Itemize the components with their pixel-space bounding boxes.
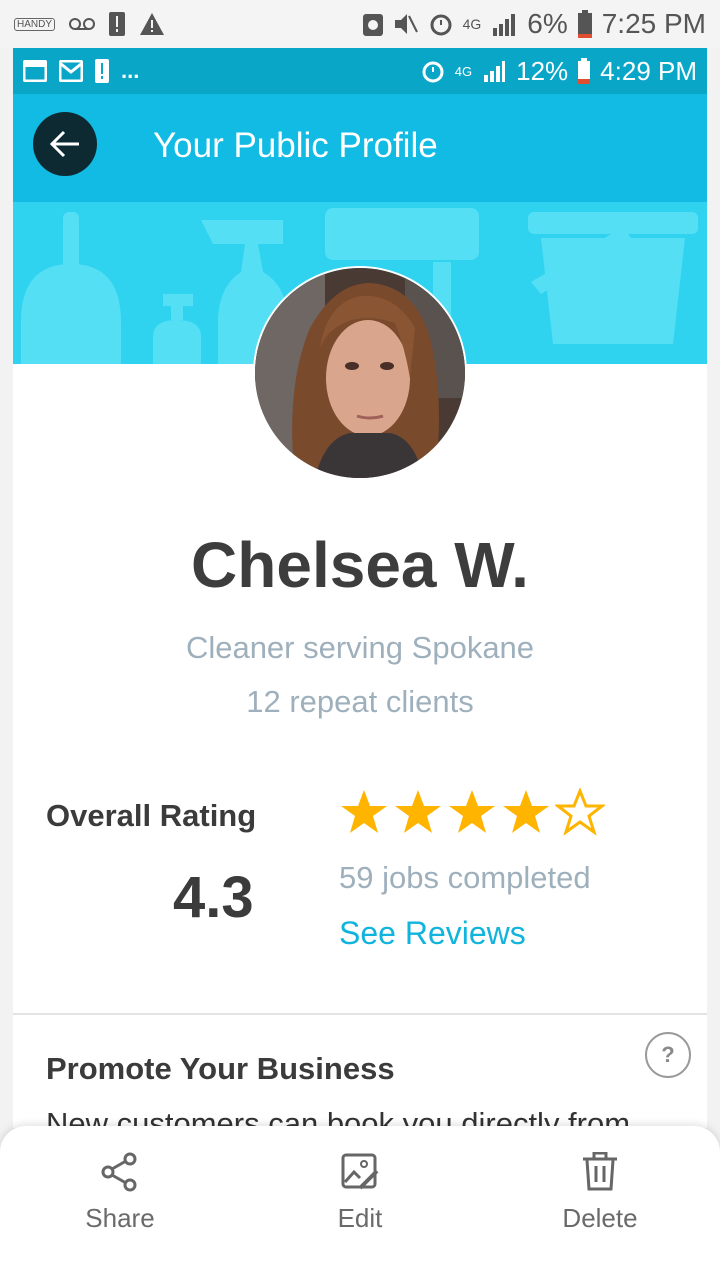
voicemail-icon bbox=[69, 18, 96, 30]
share-button[interactable]: Share bbox=[40, 1152, 200, 1234]
battery-low-icon bbox=[578, 58, 591, 84]
share-label: Share bbox=[85, 1203, 155, 1233]
signal-icon bbox=[493, 14, 516, 36]
profile-subtitle: Cleaner serving Spokane bbox=[185, 630, 535, 665]
delete-button[interactable]: Delete bbox=[520, 1151, 680, 1234]
battery-low-icon bbox=[577, 10, 592, 38]
see-reviews-link[interactable]: See Reviews bbox=[339, 915, 526, 952]
page-title: Your Public Profile bbox=[153, 126, 438, 165]
inner-battery-percent: 12% bbox=[516, 55, 569, 86]
handy-app-label: HANDY bbox=[14, 17, 56, 31]
alarm-icon bbox=[430, 14, 452, 36]
trash-icon bbox=[583, 1151, 617, 1191]
promote-title: Promote Your Business bbox=[46, 1051, 395, 1086]
alarm-icon bbox=[422, 61, 444, 83]
edit-photo-icon bbox=[341, 1153, 379, 1190]
star-rating bbox=[339, 788, 605, 836]
star-filled-icon bbox=[395, 790, 441, 833]
mute-icon bbox=[394, 14, 418, 34]
edit-label: Edit bbox=[337, 1203, 383, 1233]
mail-icon bbox=[59, 60, 83, 82]
help-icon[interactable]: ? bbox=[645, 1032, 691, 1078]
app-header: Your Public Profile bbox=[13, 94, 707, 202]
signal-icon bbox=[484, 61, 506, 82]
delete-label: Delete bbox=[562, 1203, 638, 1233]
rating-value: 4.3 bbox=[173, 865, 254, 930]
network-type: 4G bbox=[454, 63, 473, 79]
arrow-left-icon bbox=[49, 130, 79, 158]
star-filled-icon bbox=[341, 790, 387, 833]
bottom-action-sheet: Share Edit Delete bbox=[0, 1126, 720, 1280]
edit-button[interactable]: Edit bbox=[280, 1152, 440, 1234]
recycle-icon bbox=[362, 14, 383, 36]
inner-time: 4:29 PM bbox=[600, 55, 697, 86]
profile-photo bbox=[255, 268, 465, 478]
alert-icon bbox=[109, 12, 126, 36]
notification-alert-icon bbox=[95, 59, 109, 83]
rating-label: Overall Rating bbox=[46, 798, 257, 833]
star-filled-icon bbox=[503, 790, 549, 833]
back-button[interactable] bbox=[33, 112, 97, 176]
inner-status-bar: ... 4G 12% 4:29 PM bbox=[13, 48, 707, 94]
more-notifications: ... bbox=[121, 58, 140, 83]
outer-time: 7:25 PM bbox=[601, 8, 706, 39]
outer-battery-percent: 6% bbox=[527, 8, 568, 39]
jobs-completed: 59 jobs completed bbox=[339, 860, 591, 895]
star-filled-icon bbox=[449, 790, 495, 833]
warning-icon bbox=[140, 13, 165, 35]
repeat-clients: 12 repeat clients bbox=[246, 684, 474, 719]
calendar-icon bbox=[23, 60, 47, 82]
promote-text: New customers can book you directly from bbox=[46, 1106, 631, 1128]
app-screen: ... 4G 12% 4:29 PM Your Public Profile C… bbox=[13, 48, 707, 1128]
screen: HANDY 4G 6% 7:25 PM ... 4G 12% 4:29 PM Y… bbox=[0, 0, 720, 1280]
share-icon bbox=[101, 1152, 137, 1192]
section-divider bbox=[13, 1013, 707, 1015]
star-outline-icon bbox=[555, 788, 605, 836]
profile-name: Chelsea W. bbox=[191, 529, 529, 601]
avatar bbox=[253, 266, 467, 480]
network-type: 4G bbox=[462, 16, 482, 32]
outer-status-bar: HANDY 4G 6% 7:25 PM bbox=[0, 0, 720, 48]
